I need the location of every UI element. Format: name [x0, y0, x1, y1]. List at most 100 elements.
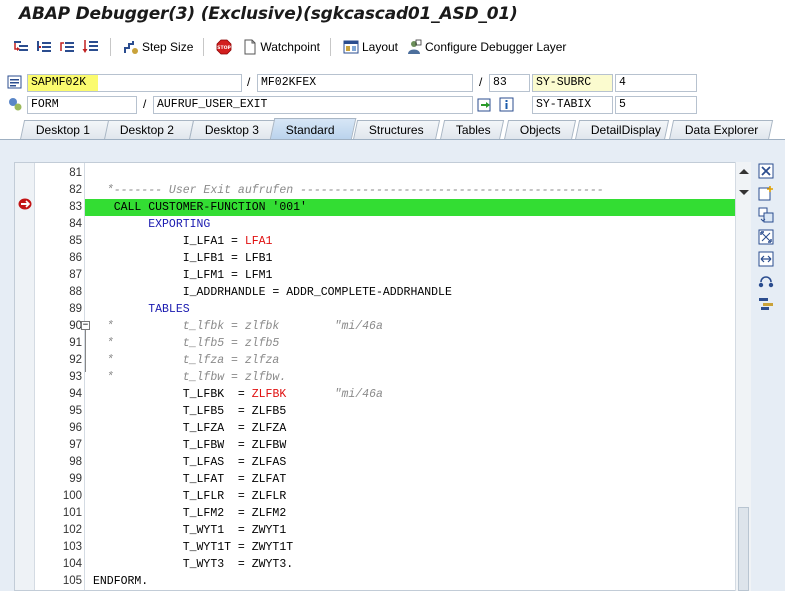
line-number: 91	[69, 337, 82, 349]
line-number: 104	[62, 558, 82, 570]
tab-desktop-2[interactable]: Desktop 2	[103, 120, 195, 140]
code-line[interactable]: T_LFM2 = ZLFM2	[85, 505, 736, 522]
code-token: I_ADDRHANDLE = ADDR_COMPLETE-ADDRHANDLE	[93, 286, 452, 299]
tab-structures[interactable]: Structures	[352, 120, 441, 140]
event-name-field[interactable]: AUFRUF_USER_EXIT	[153, 96, 473, 114]
tab-tables[interactable]: Tables	[439, 120, 505, 140]
code-line[interactable]: * t_lfbw = zlfbw.	[85, 369, 736, 386]
event-icon	[7, 96, 23, 112]
services-icon[interactable]	[757, 272, 775, 290]
layout-label: Layout	[361, 40, 398, 54]
navigate-icon[interactable]	[477, 97, 493, 113]
line-number: 89	[69, 303, 82, 315]
code-line[interactable]: T_WYT1T = ZWYT1T	[85, 539, 736, 556]
line-number: 101	[62, 507, 82, 519]
tab-objects[interactable]: Objects	[503, 120, 577, 140]
line-number: 86	[69, 252, 82, 264]
code-token: ENDFORM.	[93, 575, 149, 588]
code-line[interactable]: * t_lfza = zlfza	[85, 352, 736, 369]
code-keyword: EXPORTING	[148, 218, 211, 231]
code-line[interactable]: T_LFAS = ZLFAS	[85, 454, 736, 471]
replace-tool-icon[interactable]	[757, 206, 775, 224]
code-line[interactable]: TABLES	[85, 301, 736, 318]
scrollbar-thumb[interactable]	[738, 507, 749, 591]
sy-subrc-value[interactable]: 4	[615, 74, 697, 92]
code-line[interactable]: *------- User Exit aufrufen ------------…	[85, 182, 736, 199]
line-number: 84	[69, 218, 82, 230]
single-step-icon[interactable]	[12, 37, 32, 57]
line-number: 102	[62, 524, 82, 536]
code-line[interactable]: T_WYT3 = ZWYT3.	[85, 556, 736, 573]
step-size-button[interactable]: Step Size	[119, 36, 197, 58]
code-line[interactable]: T_LFBW = ZLFBW	[85, 437, 736, 454]
code-token: I_LFB1 = LFB1	[93, 252, 273, 265]
tab-desktop-3[interactable]: Desktop 3	[188, 120, 279, 140]
tab-data-explorer[interactable]: Data Explorer	[668, 120, 774, 140]
code-line[interactable]: * t_lfbk = zlfbk "mi/46a	[85, 318, 736, 335]
code-token: T_WYT1 = ZWYT1	[93, 524, 287, 537]
info-icon[interactable]	[499, 97, 515, 113]
watchpoint-label: Watchpoint	[260, 40, 320, 54]
code-line[interactable]: T_LFBK = ZLFBK "mi/46a	[85, 386, 736, 403]
code-line[interactable]: T_LFZA = ZLFZA	[85, 420, 736, 437]
code-token: T_LFZA = ZLFZA	[93, 422, 287, 435]
tab-desktop-1[interactable]: Desktop 1	[19, 120, 115, 140]
new-tool-icon[interactable]	[757, 184, 775, 202]
settings-icon[interactable]	[757, 294, 775, 312]
toolbar-separator	[329, 38, 331, 56]
tab-standard[interactable]: Standard	[269, 118, 357, 140]
execute-icon[interactable]	[35, 37, 55, 57]
scroll-up-icon[interactable]	[739, 169, 749, 174]
code-line[interactable]: T_WYT1 = ZWYT1	[85, 522, 736, 539]
source-code-editor[interactable]: 81 82 83 84 85 86 87 88 89 90 91 92 93 94 95 96 97 98 99 10…	[14, 162, 751, 591]
sy-tabix-value[interactable]: 5	[615, 96, 697, 114]
code-token: I_LFM1 = LFM1	[93, 269, 273, 282]
tab-detaildisplay[interactable]: DetailDisplay	[574, 120, 670, 140]
code-line[interactable]	[85, 165, 736, 182]
code-line[interactable]: * t_lfb5 = zlfb5	[85, 335, 736, 352]
event-type-field[interactable]: FORM	[27, 96, 137, 114]
configure-debugger-layer-button[interactable]: Configure Debugger Layer	[402, 36, 570, 58]
code-line[interactable]: I_LFM1 = LFM1	[85, 267, 736, 284]
code-line[interactable]: I_ADDRHANDLE = ADDR_COMPLETE-ADDRHANDLE	[85, 284, 736, 301]
code-line[interactable]: T_LFLR = ZLFLR	[85, 488, 736, 505]
watchpoint-button[interactable]: Watchpoint	[239, 36, 324, 58]
line-number: 94	[69, 388, 82, 400]
document-icon	[243, 39, 257, 55]
close-icon[interactable]	[757, 162, 775, 180]
vertical-scrollbar[interactable]	[735, 162, 751, 591]
code-area[interactable]: *------- User Exit aufrufen ------------…	[85, 163, 736, 590]
maximize-icon[interactable]	[757, 228, 775, 246]
current-code-line[interactable]: CALL CUSTOMER-FUNCTION '001'	[85, 199, 736, 216]
configure-icon	[406, 39, 422, 55]
debugger-toolbar: Step Size STOP Watchpoint Layout Configu…	[0, 33, 785, 61]
line-number-field[interactable]: 83	[489, 74, 530, 92]
code-line[interactable]: T_LFB5 = ZLFB5	[85, 403, 736, 420]
collapse-block-icon[interactable]: −	[81, 321, 90, 330]
scroll-down-icon[interactable]	[739, 190, 749, 195]
sy-tabix-label: SY-TABIX	[532, 96, 613, 114]
code-line[interactable]: T_LFAT = ZLFAT	[85, 471, 736, 488]
code-line[interactable]: I_LFA1 = LFA1	[85, 233, 736, 250]
layout-button[interactable]: Layout	[339, 36, 402, 58]
code-line[interactable]: EXPORTING	[85, 216, 736, 233]
code-token: T_LFLR = ZLFLR	[93, 490, 287, 503]
line-number: 95	[69, 405, 82, 417]
program-field[interactable]: SAPMF02K	[27, 74, 242, 92]
code-line[interactable]: I_LFB1 = LFB1	[85, 250, 736, 267]
svg-text:STOP: STOP	[218, 45, 232, 51]
include-field[interactable]: MF02KFEX	[257, 74, 473, 92]
changed-variable: LFA1	[244, 235, 273, 248]
desktop-tab-strip: Desktop 1 Desktop 2 Desktop 3 Structures…	[0, 118, 785, 140]
line-number: 99	[69, 473, 82, 485]
continue-icon[interactable]	[81, 37, 101, 57]
swap-icon[interactable]	[757, 250, 775, 268]
return-icon[interactable]	[58, 37, 78, 57]
code-line[interactable]: ENDFORM.	[85, 573, 736, 590]
step-size-label: Step Size	[142, 40, 194, 54]
toolbar-separator	[110, 38, 111, 56]
step-size-icon	[123, 39, 139, 55]
stop-button[interactable]: STOP	[212, 36, 239, 58]
line-numbers: 81 82 83 84 85 86 87 88 89 90 91 92 93 94 95 96 97 98 99 10…	[15, 163, 85, 590]
code-comment: * t_lfbw = zlfbw.	[93, 371, 287, 384]
